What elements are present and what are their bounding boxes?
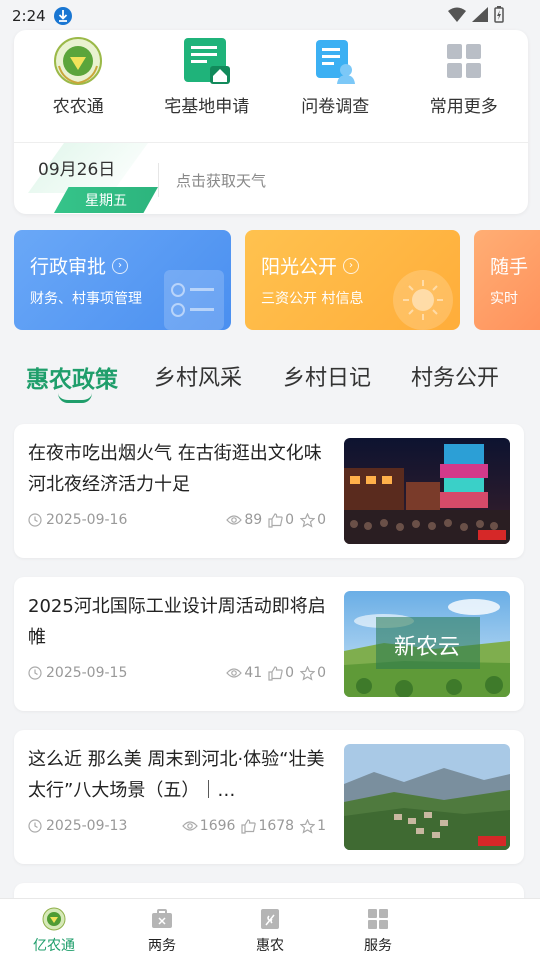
nav-home[interactable]: 亿农通 — [0, 899, 108, 960]
banner-title: 行政审批 — [30, 256, 107, 278]
status-bar: 2:24 — [0, 0, 540, 32]
chevron-right-icon: › — [343, 257, 360, 274]
nav-benefit[interactable]: 惠农 — [216, 899, 324, 960]
banner-quick-report[interactable]: 随手 实时 — [474, 230, 540, 330]
views-count: 89 — [244, 512, 263, 528]
checklist-icon — [164, 270, 224, 330]
news-item[interactable]: 2025河北国际工业设计周活动即将启帷 2025-09-15 41 0 0 新农… — [14, 577, 524, 711]
briefcase-icon — [152, 909, 172, 928]
quick-action-label: 问卷调查 — [301, 97, 370, 117]
thumbs-up-icon[interactable] — [241, 818, 257, 834]
agri-emblem-icon — [53, 36, 103, 86]
news-thumbnail: 新农云 — [344, 591, 510, 697]
quick-action-survey[interactable]: 问卷调查 — [271, 30, 400, 142]
feature-banners: 行政审批 › 财务、村事项管理 阳光公开 › 三资公开 村信息 随手 实时 — [14, 230, 540, 330]
quick-action-nongnongtong[interactable]: 农农通 — [14, 30, 143, 142]
favs-count: 0 — [317, 665, 326, 681]
quick-action-more[interactable]: 常用更多 — [400, 30, 529, 142]
eye-icon — [226, 515, 243, 525]
tab-village-affairs[interactable]: 村务公开 — [411, 360, 499, 392]
nav-label: 惠农 — [256, 938, 284, 954]
quick-action-homestead[interactable]: 宅基地申请 — [143, 30, 272, 142]
quick-action-label: 农农通 — [52, 97, 104, 117]
clock-icon — [28, 666, 42, 680]
nav-label: 亿农通 — [33, 938, 75, 954]
status-time: 2:24 — [12, 7, 46, 25]
nav-two-affairs[interactable]: 两务 — [108, 899, 216, 960]
news-tabs: 惠农政策 乡村风采 乡村日记 村务公开 — [0, 360, 540, 410]
banner-subtitle: 三资公开 村信息 — [261, 291, 364, 307]
download-icon — [53, 7, 72, 25]
eye-icon — [226, 668, 243, 678]
likes-count: 0 — [285, 665, 295, 681]
sun-icon — [393, 270, 453, 330]
banner-title: 随手 — [490, 256, 529, 278]
tab-policy[interactable]: 惠农政策 — [26, 360, 118, 394]
quick-action-label: 宅基地申请 — [164, 97, 250, 117]
likes-count: 0 — [285, 512, 295, 528]
news-stats: 41 0 0 — [226, 665, 330, 681]
favs-count: 0 — [317, 512, 326, 528]
news-item[interactable]: 在夜市吃出烟火气 在古街逛出文化味 河北夜经济活力十足 2025-09-16 8… — [14, 424, 524, 558]
weather-separator — [158, 163, 159, 197]
news-title: 2025河北国际工业设计周活动即将启帷 — [28, 596, 326, 648]
weather-widget[interactable]: 09月26日 星期五 点击获取天气 — [14, 143, 528, 214]
weather-weekday: 星期五 — [54, 187, 158, 213]
nav-label: 两务 — [148, 938, 176, 954]
banner-sunshine-public[interactable]: 阳光公开 › 三资公开 村信息 — [245, 230, 460, 330]
document-house-icon — [182, 36, 232, 86]
chevron-right-icon: › — [112, 257, 129, 274]
wheat-icon — [261, 909, 279, 929]
thumbs-up-icon[interactable] — [268, 512, 283, 528]
views-count: 41 — [244, 665, 263, 681]
star-icon[interactable] — [300, 665, 316, 681]
views-count: 1696 — [199, 818, 236, 834]
likes-count: 1678 — [258, 818, 295, 834]
news-thumbnail — [344, 744, 510, 850]
news-date: 2025-09-13 — [46, 818, 128, 834]
news-item[interactable]: 这么近 那么美 周末到河北·体验“壮美太行”八大场景（五）｜… 2025-09-… — [14, 730, 524, 864]
battery-icon — [494, 6, 504, 23]
grid-icon — [439, 36, 489, 86]
nav-service[interactable]: 服务 — [324, 899, 432, 960]
bottom-navigation: 亿农通 两务 惠农 服务 — [0, 898, 540, 960]
clock-icon — [28, 819, 42, 833]
star-icon[interactable] — [300, 512, 316, 528]
signal-icon — [472, 7, 488, 22]
news-thumbnail — [344, 438, 510, 544]
tab-indicator — [58, 393, 92, 403]
favs-count: 1 — [317, 818, 326, 834]
survey-icon — [310, 36, 360, 86]
thumbnail-caption: 新农云 — [393, 635, 460, 660]
news-stats: 1696 1678 1 — [181, 818, 330, 834]
news-date: 2025-09-16 — [46, 512, 128, 528]
news-title: 这么近 那么美 周末到河北·体验“壮美太行”八大场景（五）｜… — [28, 749, 325, 801]
tab-village-scenery[interactable]: 乡村风采 — [154, 360, 242, 392]
tab-village-diary[interactable]: 乡村日记 — [283, 360, 371, 392]
star-icon[interactable] — [300, 818, 316, 834]
wifi-icon — [448, 7, 466, 22]
banner-title: 阳光公开 — [261, 256, 338, 278]
banner-subtitle: 财务、村事项管理 — [30, 291, 142, 307]
weather-prompt[interactable]: 点击获取天气 — [176, 170, 266, 191]
clock-icon — [28, 513, 42, 527]
news-stats: 89 0 0 — [226, 512, 330, 528]
quick-actions-card: 农农通 宅基地申请 问卷调查 常用更多 09月26日 星期五 点击获取天气 — [14, 30, 528, 214]
weather-date: 09月26日 — [38, 160, 116, 180]
news-date: 2025-09-15 — [46, 665, 128, 681]
news-title: 在夜市吃出烟火气 在古街逛出文化味 河北夜经济活力十足 — [28, 443, 322, 495]
nav-label: 服务 — [364, 938, 392, 954]
banner-subtitle: 实时 — [490, 291, 518, 307]
quick-action-label: 常用更多 — [429, 97, 498, 117]
eye-icon — [181, 821, 198, 831]
thumbs-up-icon[interactable] — [268, 665, 283, 681]
agri-emblem-icon — [42, 907, 66, 931]
banner-admin-approval[interactable]: 行政审批 › 财务、村事项管理 — [14, 230, 231, 330]
grid-icon — [368, 909, 388, 929]
